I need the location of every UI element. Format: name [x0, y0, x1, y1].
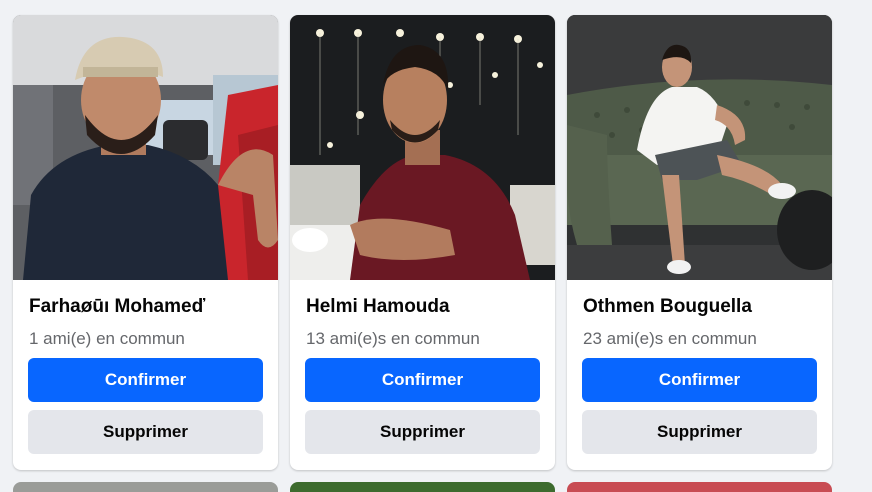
profile-photo[interactable]: [290, 15, 555, 280]
requester-name[interactable]: Helmi Hamouda: [306, 296, 450, 318]
mutual-friends-count[interactable]: 23 ami(e)s en commun: [583, 329, 757, 349]
confirm-button[interactable]: Confirmer: [28, 358, 263, 402]
confirm-button[interactable]: Confirmer: [582, 358, 817, 402]
mutual-friends-count[interactable]: 1 ami(e) en commun: [29, 329, 185, 349]
requester-name[interactable]: Farhaøūı Mohameď: [29, 296, 205, 318]
delete-button[interactable]: Supprimer: [28, 410, 263, 454]
profile-photo[interactable]: [567, 15, 832, 280]
mutual-friends-count[interactable]: 13 ami(e)s en commun: [306, 329, 480, 349]
friend-request-card[interactable]: Helmi Hamouda 13 ami(e)s en commun Confi…: [290, 15, 555, 470]
friend-request-card[interactable]: Farhaøūı Mohameď 1 ami(e) en commun Conf…: [13, 15, 278, 470]
profile-photo[interactable]: [13, 15, 278, 280]
friend-request-card[interactable]: Othmen Bouguella 23 ami(e)s en commun Co…: [567, 15, 832, 470]
next-row-card-preview: [290, 482, 555, 492]
delete-button[interactable]: Supprimer: [582, 410, 817, 454]
requester-name[interactable]: Othmen Bouguella: [583, 296, 752, 318]
next-row-card-preview: [567, 482, 832, 492]
next-row-card-preview: [13, 482, 278, 492]
confirm-button[interactable]: Confirmer: [305, 358, 540, 402]
delete-button[interactable]: Supprimer: [305, 410, 540, 454]
friend-requests-grid: Farhaøūı Mohameď 1 ami(e) en commun Conf…: [13, 15, 832, 470]
